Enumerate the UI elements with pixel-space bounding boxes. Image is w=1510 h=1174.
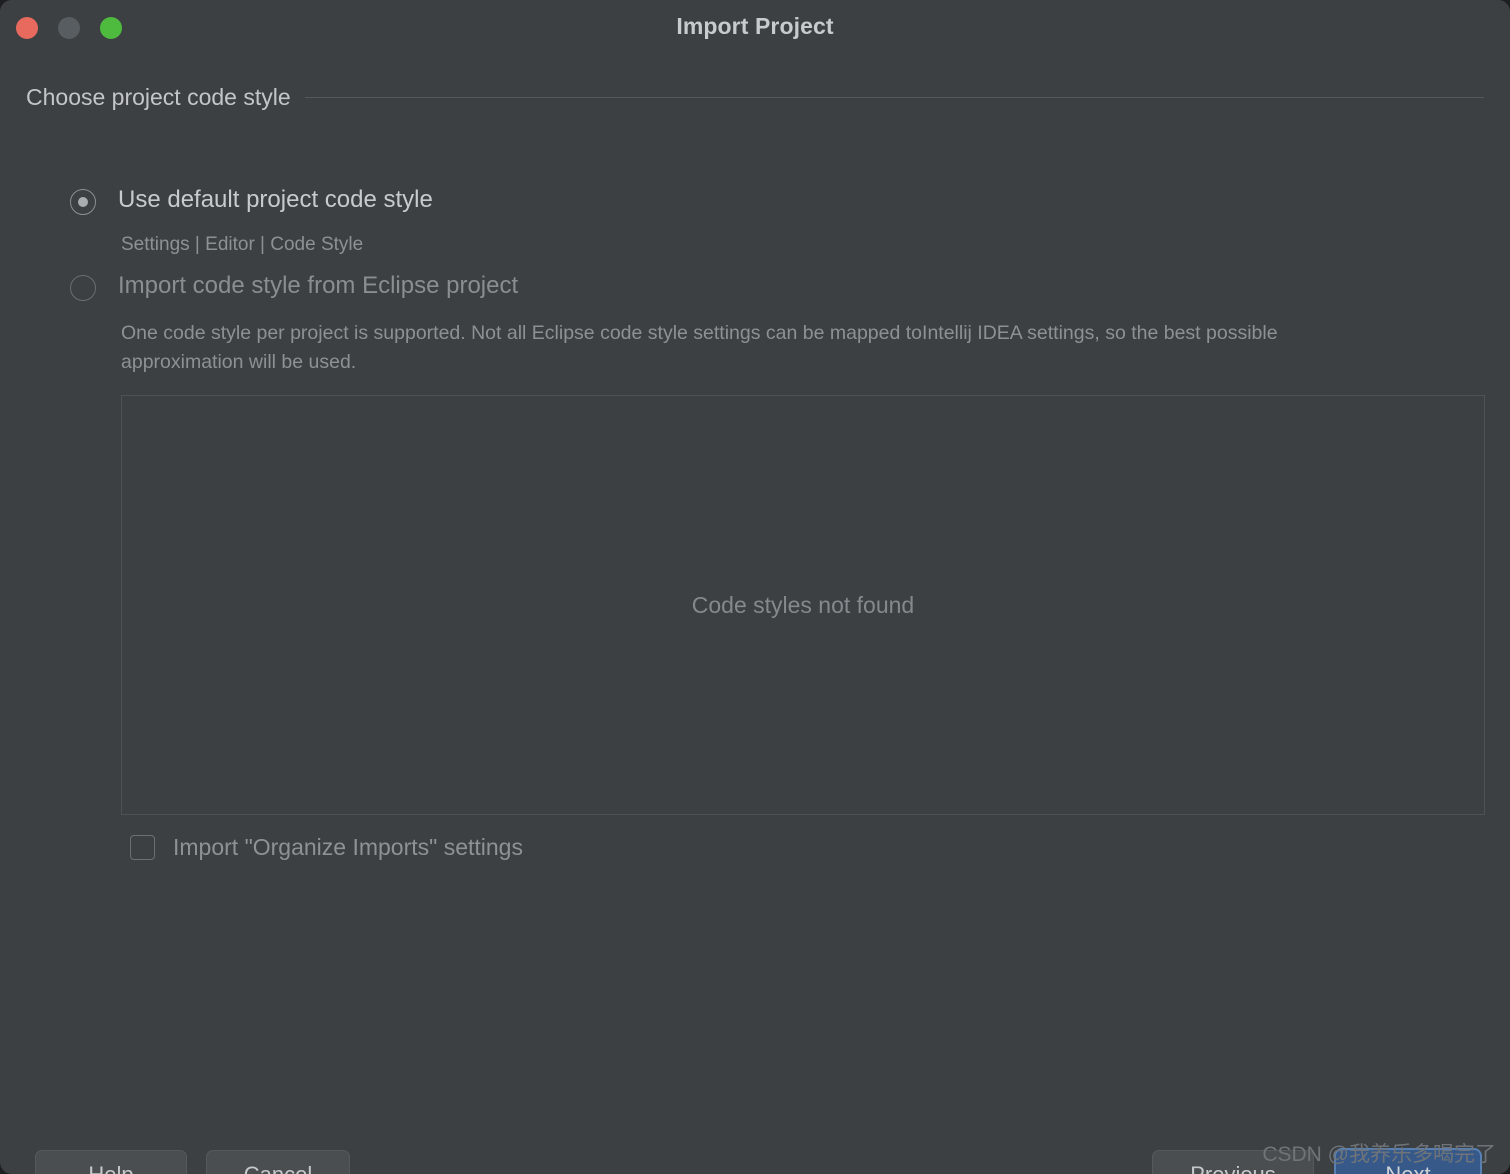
csdn-watermark: CSDN @我养乐多喝完了 [1262,1143,1496,1166]
checkbox-unchecked-icon[interactable] [130,835,155,860]
code-styles-list-panel[interactable]: Code styles not found [121,395,1485,815]
radio-option-eclipse-code-style[interactable]: Import code style from Eclipse project [70,272,518,301]
radio-option-eclipse-code-style-label: Import code style from Eclipse project [118,272,519,299]
section-header: Choose project code style [26,84,1484,111]
import-project-dialog: Import Project Choose project code style… [0,0,1510,1174]
section-header-label: Choose project code style [26,84,291,110]
section-header-divider [304,97,1484,98]
help-button[interactable]: Help [35,1150,187,1174]
radio-option-default-code-style-label: Use default project code style [118,186,433,213]
radio-button-selected-icon[interactable] [70,189,96,215]
default-code-style-path-note: Settings | Editor | Code Style [121,234,364,255]
cancel-button[interactable]: Cancel [206,1150,350,1174]
radio-button-unselected-icon[interactable] [70,275,96,301]
title-bar: Import Project [0,0,1510,56]
organize-imports-checkbox-row[interactable]: Import "Organize Imports" settings [130,834,523,861]
organize-imports-checkbox-label: Import "Organize Imports" settings [173,834,523,860]
dialog-content: Choose project code style Use default pr… [0,56,1510,1174]
radio-option-default-code-style[interactable]: Use default project code style [70,186,433,215]
eclipse-code-style-description: One code style per project is supported.… [121,322,1278,373]
window-title: Import Project [676,13,834,39]
code-styles-empty-message: Code styles not found [691,591,915,618]
